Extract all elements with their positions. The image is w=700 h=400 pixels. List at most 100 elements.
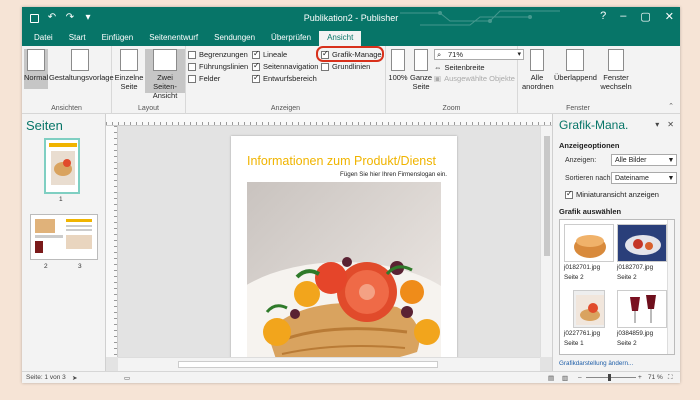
chevron-down-icon: ▼	[667, 175, 675, 182]
vertical-ruler[interactable]	[106, 126, 118, 357]
tab-start[interactable]: Start	[61, 31, 94, 46]
two-page-button[interactable]: Zwei Seiten- Ansicht	[145, 49, 185, 100]
zoom-100-button[interactable]: 100%	[388, 49, 408, 82]
graphic-page: Seite 2	[617, 274, 637, 281]
sort-select-value: Dateiname	[615, 175, 649, 182]
graphic-thumbnail	[617, 290, 667, 328]
cascade-button[interactable]: Überlappend	[554, 49, 597, 82]
group-label: Fenster	[566, 105, 590, 112]
tab-ueberpruefen[interactable]: Überprüfen	[263, 31, 319, 46]
checkbox-grundlinien[interactable]: Grundlinien	[321, 62, 370, 71]
zoom-100-label: 100%	[388, 73, 408, 82]
group-label: Layout	[137, 105, 160, 112]
checkbox-box	[252, 73, 260, 83]
collapse-ribbon-icon[interactable]: ⌃	[668, 102, 674, 110]
two-page-view-icon[interactable]: ▥	[562, 374, 568, 382]
switch-windows-label-2: wechseln	[600, 82, 632, 91]
document-slogan[interactable]: Fügen Sie hier Ihren Firmenslogan ein.	[340, 171, 447, 178]
normal-view-icon[interactable]: ▤	[548, 374, 554, 382]
food-photo[interactable]	[247, 182, 441, 357]
whole-page-button[interactable]: Ganze Seite	[410, 49, 432, 91]
checkbox-box	[252, 49, 260, 59]
ribbon-tabs: Datei Start Einfügen Seitenentwurf Sendu…	[22, 29, 680, 46]
checkbox-label: Lineale	[263, 50, 288, 59]
checkbox-label: Felder	[199, 74, 221, 83]
thumbnail-checkbox[interactable]: Miniaturansicht anzeigen	[565, 189, 659, 199]
document-page[interactable]: Informationen zum Produkt/Dienst Fügen S…	[231, 136, 457, 357]
page-thumbnail-1[interactable]	[44, 138, 80, 194]
zoom-out-icon[interactable]: –	[578, 374, 582, 381]
graphic-filename: j0182707.jpg	[617, 264, 654, 271]
page-width-button[interactable]: ⇔ Seitenbreite	[434, 63, 485, 72]
restore-button[interactable]: ▢	[640, 10, 650, 23]
tab-sendungen[interactable]: Sendungen	[206, 31, 263, 46]
vertical-scrollbar[interactable]	[540, 126, 552, 357]
switch-windows-label: Fenster	[603, 73, 629, 82]
change-display-link[interactable]: Grafikdarstellung ändern...	[559, 360, 633, 367]
tab-seitenentwurf[interactable]: Seitenentwurf	[141, 31, 206, 46]
pane-options-icon[interactable]: ▾	[655, 120, 659, 129]
zoom-in-icon[interactable]: +	[638, 374, 642, 381]
group-ansichten: Normal Gestaltungsvorlage Ansichten	[22, 46, 114, 114]
sort-select[interactable]: Dateiname ▼	[611, 172, 677, 184]
sort-label: Sortieren nach:	[565, 175, 613, 182]
fit-page-icon[interactable]: ⛶	[668, 374, 673, 382]
ribbon: Normal Gestaltungsvorlage Ansichten Einz…	[22, 46, 680, 114]
help-button[interactable]: ?	[600, 10, 606, 23]
single-page-button[interactable]: Einzelne Seite	[114, 49, 144, 91]
checkbox-begrenzungen[interactable]: Begrenzungen	[188, 50, 248, 59]
graphics-manager-pane: Grafik-Mana. ▾ ✕ Anzeigeoptionen Anzeige…	[552, 114, 680, 371]
normal-view-button[interactable]: Normal	[24, 49, 48, 89]
selected-objects-button[interactable]: ▣ Ausgewählte Objekte	[434, 74, 515, 83]
checkbox-label: Begrenzungen	[199, 50, 248, 59]
horizontal-ruler[interactable]	[106, 114, 552, 126]
pane-close-icon[interactable]: ✕	[667, 120, 674, 129]
graphic-thumbnail	[617, 224, 667, 262]
tab-ansicht[interactable]: Ansicht	[319, 31, 362, 46]
redo-icon[interactable]: ↷	[65, 13, 75, 23]
food-image-icon	[49, 143, 77, 185]
graphics-list-scrollbar[interactable]	[667, 220, 674, 354]
customize-qat-icon[interactable]: ▾	[83, 13, 93, 23]
tab-datei[interactable]: Datei	[26, 31, 61, 46]
tab-einfuegen[interactable]: Einfügen	[94, 31, 142, 46]
page-width-label: Seitenbreite	[444, 63, 485, 72]
two-page-label-2: Ansicht	[152, 91, 178, 100]
page-thumbnail-2-3[interactable]	[30, 214, 98, 260]
minimize-button[interactable]: –	[620, 10, 626, 23]
save-icon[interactable]	[30, 13, 39, 23]
undo-icon[interactable]: ↶	[47, 13, 57, 23]
show-select[interactable]: Alle Bilder ▼	[611, 154, 677, 166]
graphic-item-3[interactable]: j0227761.jpg Seite 1	[564, 290, 614, 348]
switch-windows-button[interactable]: Fenster wechseln	[598, 49, 634, 91]
horizontal-scrollbar[interactable]	[118, 357, 540, 371]
checkbox-seitennavigation[interactable]: Seitennavigation	[252, 61, 318, 71]
checkbox-entwurfsbereich[interactable]: Entwurfsbereich	[252, 73, 317, 83]
close-button[interactable]: ✕	[665, 10, 674, 23]
graphic-item-2[interactable]: j0182707.jpg Seite 2	[617, 224, 667, 282]
vertical-scroll-thumb[interactable]	[544, 136, 550, 256]
arrange-all-icon	[530, 49, 544, 71]
zoom-slider-thumb[interactable]	[608, 374, 611, 381]
group-anzeigen: Begrenzungen Führungslinien Felder Linea…	[186, 46, 386, 114]
document-heading[interactable]: Informationen zum Produkt/Dienst	[247, 154, 436, 168]
normal-label: Normal	[24, 73, 49, 82]
checkbox-fuehrungslinien[interactable]: Führungslinien	[188, 62, 248, 71]
checkbox-felder[interactable]: Felder	[188, 74, 220, 83]
graphic-item-4[interactable]: j0384859.jpg Seite 2	[617, 290, 667, 348]
graphic-filename: j0182701.jpg	[564, 264, 601, 271]
arrange-all-button[interactable]: Alle anordnen	[522, 49, 554, 91]
single-page-label: Einzelne	[114, 73, 144, 82]
zoom-select[interactable]: 71% ⌕	[434, 49, 524, 60]
single-page-icon	[120, 49, 138, 71]
zoom-slider[interactable]	[586, 377, 636, 378]
thumbnail-label: Miniaturansicht anzeigen	[576, 190, 659, 199]
graphic-item-1[interactable]: j0182701.jpg Seite 2	[564, 224, 614, 282]
document-canvas[interactable]: Informationen zum Produkt/Dienst Fügen S…	[118, 126, 540, 357]
horizontal-scroll-thumb[interactable]	[178, 361, 438, 368]
master-page-button[interactable]: Gestaltungsvorlage	[49, 49, 114, 82]
checkbox-lineale[interactable]: Lineale	[252, 49, 288, 59]
group-fenster: Alle anordnen Überlappend Fenster wechse…	[518, 46, 638, 114]
title-bar: ↶ ↷ ▾ Publikation2 - Publisher ? – ▢ ✕	[22, 7, 680, 29]
page-number-2: 2	[44, 263, 48, 270]
